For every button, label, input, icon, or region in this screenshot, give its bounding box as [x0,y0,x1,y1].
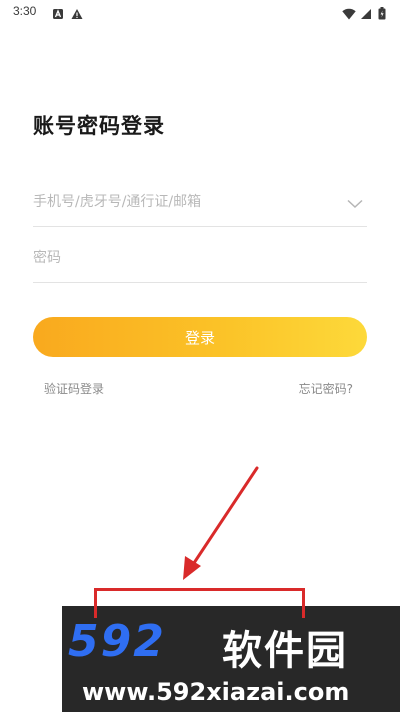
status-bar: 3:30 [0,0,400,24]
annotation-highlight-box [94,588,305,618]
signal-icon [360,5,372,19]
password-input[interactable] [33,238,333,278]
forgot-password-link[interactable]: 忘记密码? [299,380,353,397]
watermark-brand: 592 [68,616,166,667]
chevron-down-icon[interactable] [347,194,363,209]
sms-login-link[interactable]: 验证码登录 [44,380,104,397]
account-input[interactable] [33,182,333,222]
login-screen: 3:30 账号密码登录 登录 验证码登录 忘记密码? 592 [0,0,400,712]
a-notification-icon [52,5,64,19]
status-time: 3:30 [13,4,37,18]
password-field-row [33,238,367,283]
wifi-icon [342,5,356,20]
watermark-banner: 592 软件园 www.592xiazai.com [62,606,400,712]
login-button[interactable]: 登录 [33,317,367,357]
warning-icon [71,5,83,19]
account-field-row [33,182,367,227]
watermark-url: www.592xiazai.com [82,678,350,706]
watermark-brand-cn: 软件园 [222,628,348,674]
page-title: 账号密码登录 [33,114,165,138]
battery-icon [378,5,386,20]
